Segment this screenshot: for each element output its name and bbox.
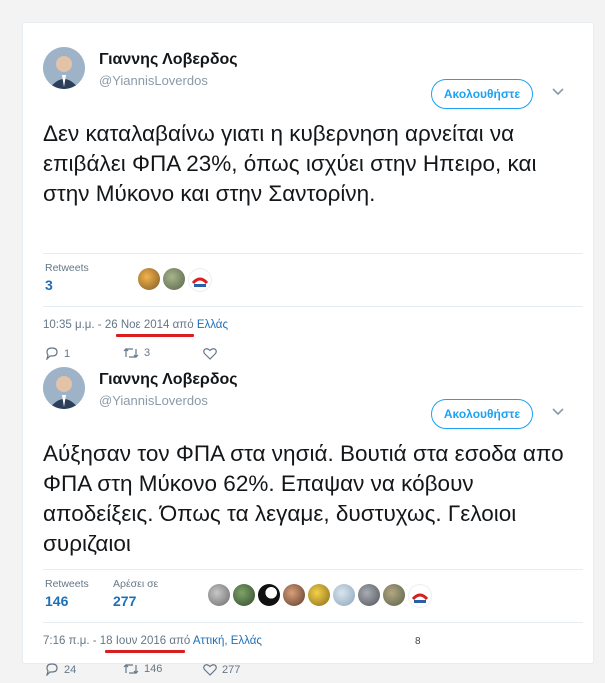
reply-button[interactable]: 24	[45, 663, 76, 676]
avatar[interactable]	[233, 584, 255, 606]
avatar[interactable]	[258, 584, 280, 606]
avatar[interactable]	[163, 268, 185, 290]
avatar[interactable]	[333, 584, 355, 606]
avatar[interactable]	[358, 584, 380, 606]
reply-count: 24	[64, 663, 77, 676]
avatar[interactable]	[43, 367, 85, 409]
retweet-button[interactable]: 146	[123, 663, 162, 675]
tweet-stats: Retweets 3	[43, 253, 583, 307]
like-button[interactable]	[203, 347, 222, 360]
chevron-down-icon[interactable]	[551, 87, 565, 97]
date-highlight-underline	[105, 650, 185, 653]
tweet-timestamp: 10:35 μ.μ. - 26 Νοε 2014 από Ελλάς	[43, 319, 228, 331]
tweet-actions: 24 146 277	[43, 663, 583, 683]
avatar[interactable]	[208, 584, 230, 606]
like-button[interactable]: 277	[203, 663, 240, 676]
avatar[interactable]	[383, 584, 405, 606]
tweet-card: Γιαννης Λοβερδος @YiannisLoverdos Ακολου…	[22, 22, 594, 676]
retweet-button[interactable]: 3	[123, 347, 150, 359]
avatar[interactable]	[138, 268, 160, 290]
heart-icon	[203, 348, 217, 360]
tweet-stats: Retweets 146 Αρέσει σε 277	[43, 569, 583, 623]
tweet-date[interactable]: 26 Νοε 2014	[105, 319, 170, 331]
heart-icon	[203, 664, 217, 676]
tweet-date[interactable]: 18 Ιουν 2016	[100, 635, 166, 647]
from-text: από	[166, 635, 193, 647]
retweet-icon	[123, 348, 139, 358]
tweet-location[interactable]: Ελλάς	[197, 319, 228, 331]
author-handle[interactable]: @YiannisLoverdos	[99, 73, 208, 88]
tweet-time: 10:35 μ.μ. -	[43, 319, 105, 331]
from-text: από	[169, 319, 197, 331]
likes-count: 277	[113, 593, 137, 609]
retweets-count: 146	[45, 593, 69, 609]
retweets-count: 3	[45, 277, 53, 293]
retweets-stat[interactable]: Retweets 3	[45, 262, 89, 293]
avatar[interactable]	[283, 584, 305, 606]
retweets-label: Retweets	[45, 262, 89, 274]
tweet-text: Δεν καταλαβαίνω γιατι η κυβερνηση αρνείτ…	[43, 121, 537, 206]
avatar[interactable]	[43, 47, 85, 89]
reply-icon	[46, 663, 58, 676]
tweet-actions: 1 3	[43, 347, 583, 367]
retweet-count: 3	[144, 347, 151, 359]
retweet-count: 146	[144, 663, 163, 675]
chevron-down-icon[interactable]	[551, 407, 565, 417]
follow-button[interactable]: Ακολουθήστε	[431, 399, 533, 429]
date-highlight-underline	[116, 334, 194, 337]
tweet-timestamp: 7:16 π.μ. - 18 Ιουν 2016 από Αττική, Ελλ…	[43, 635, 262, 647]
author-name[interactable]: Γιαννης Λοβερδος	[99, 371, 238, 389]
reply-count: 1	[64, 347, 71, 360]
tweet-location[interactable]: Αττική, Ελλάς	[193, 635, 262, 647]
likes-stat[interactable]: Αρέσει σε 277	[113, 578, 158, 609]
avatar[interactable]	[308, 584, 330, 606]
follow-button[interactable]: Ακολουθήστε	[431, 79, 533, 109]
tweet-time: 7:16 π.μ. -	[43, 635, 100, 647]
avatar[interactable]	[408, 584, 432, 608]
avatar[interactable]	[188, 268, 212, 292]
reply-icon	[46, 347, 58, 360]
retweets-label: Retweets	[45, 578, 89, 590]
corner-mark: 8	[415, 636, 421, 647]
retweets-stat[interactable]: Retweets 146	[45, 578, 89, 609]
reply-button[interactable]: 1	[45, 347, 70, 360]
author-name[interactable]: Γιαννης Λοβερδος	[99, 51, 238, 69]
retweet-icon	[123, 664, 139, 674]
like-count: 277	[222, 663, 241, 676]
likes-label: Αρέσει σε	[113, 578, 159, 590]
tweet-text: Αύξησαν τον ΦΠΑ στα νησιά. Βουτιά στα εσ…	[43, 441, 564, 556]
author-handle[interactable]: @YiannisLoverdos	[99, 393, 208, 408]
